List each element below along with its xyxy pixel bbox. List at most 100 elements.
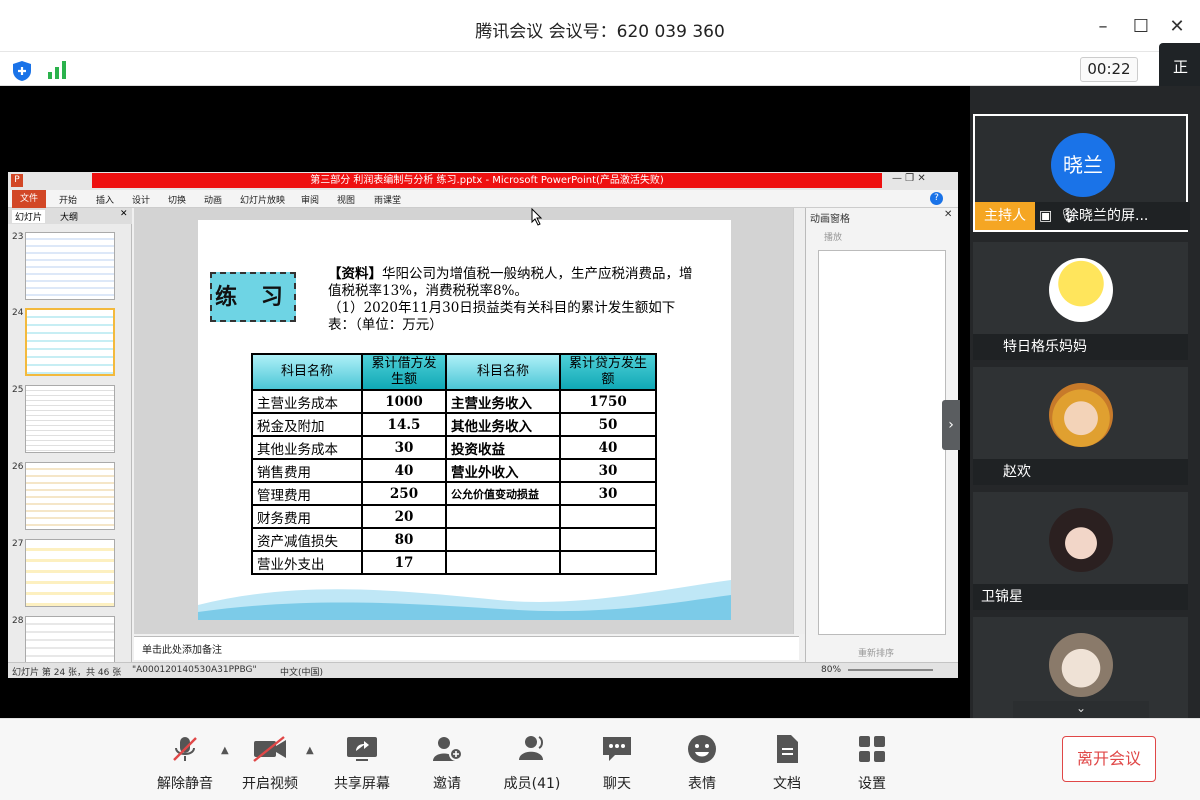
lesson-badge: 练 习 [210, 272, 296, 322]
slide-vertical-scrollbar[interactable] [793, 208, 805, 634]
table-cell: 50 [559, 412, 657, 437]
settings-button[interactable]: 设置 [832, 731, 912, 792]
table-cell: 30 [559, 458, 657, 483]
collapse-panel-icon[interactable]: › [942, 400, 960, 450]
start-video-label: 开启视频 [242, 776, 298, 792]
audio-options-chevron-icon[interactable]: ▲ [221, 745, 229, 756]
members-button[interactable]: 成员(41) [492, 731, 572, 792]
network-signal-icon[interactable] [46, 59, 68, 81]
docs-button[interactable]: 文档 [747, 731, 827, 792]
slide-edit-area: 练 习 【资料】华阳公司为增值税一般纳税人，生产应税消费品，增值税税率13%，消… [134, 208, 799, 634]
table-cell: 主营业务收入 [445, 389, 561, 414]
table-row: 主营业务成本 1000 主营业务收入 1750 [251, 389, 657, 414]
participant-panel: 晓兰 徐晓兰的屏... 主持人 ▣ 🎙 🎙 特日格乐妈妈 🎙 赵欢 卫锦星 ⌄ [970, 86, 1200, 718]
shared-powerpoint-window: P 第三部分 利润表编制与分析 练习.pptx - Microsoft Powe… [8, 172, 958, 678]
thumb-number: 28 [12, 616, 24, 626]
ppt-tab-animations[interactable]: 动画 [204, 193, 222, 206]
participant-tile[interactable]: 卫锦星 [973, 492, 1188, 610]
mouse-cursor-icon [531, 208, 543, 226]
close-icon[interactable]: ✕ [1166, 16, 1188, 38]
slide-thumbnail[interactable] [25, 232, 115, 300]
status-zoom: 80% [821, 665, 842, 675]
slide-thumbnail[interactable] [25, 616, 115, 664]
screen-share-icon: ▣ [1039, 208, 1053, 224]
chevron-down-icon[interactable]: ⌄ [1013, 701, 1149, 718]
title-bar: 腾讯会议 会议号：620 039 360 – ☐ ✕ [0, 0, 1200, 52]
side-tab[interactable]: 正在 [1159, 43, 1200, 124]
slide-thumbnail[interactable] [25, 385, 115, 453]
notes-pane[interactable]: 单击此处添加备注 [134, 636, 799, 660]
security-shield-icon[interactable] [11, 60, 33, 82]
ppt-tab-file[interactable]: 文件 [12, 190, 46, 208]
tab-slides[interactable]: 幻灯片 [12, 210, 46, 223]
tab-outline[interactable]: 大纲 [60, 210, 78, 223]
anim-pane-close-icon[interactable]: ✕ [944, 209, 952, 220]
thumb-number: 25 [12, 385, 24, 395]
zoom-slider[interactable] [848, 669, 933, 671]
table-cell: 主营业务成本 [251, 389, 363, 414]
slide-thumbnail-selected[interactable] [25, 308, 115, 376]
table-cell: 1750 [559, 389, 657, 414]
ppt-tab-design[interactable]: 设计 [132, 193, 150, 206]
participant-name: 特日格乐妈妈 [973, 334, 1188, 360]
ppt-tab-home[interactable]: 开始 [59, 193, 77, 206]
ppt-help-icon[interactable]: ? [930, 192, 943, 205]
video-off-icon [230, 731, 310, 767]
table-cell [445, 527, 561, 552]
share-screen-icon [322, 731, 402, 767]
ppt-tab-transitions[interactable]: 切换 [168, 193, 186, 206]
anim-list [818, 250, 946, 635]
table-row: 税金及附加 14.5 其他业务收入 50 [251, 412, 657, 437]
table-cell: 40 [559, 435, 657, 460]
maximize-icon[interactable]: ☐ [1130, 16, 1152, 38]
participant-name: 卫锦星 [973, 584, 1188, 610]
start-video-button[interactable]: 开启视频 [230, 731, 310, 792]
participant-name: 赵欢 [973, 459, 1188, 485]
invite-button[interactable]: 邀请 [407, 731, 487, 792]
ppt-tab-view[interactable]: 视图 [337, 193, 355, 206]
para-line-1: 华阳公司为增值税一般纳税人，生产应税消费品，增值税税率13%，消费税税率8%。 [328, 266, 693, 299]
ppt-doc-title: 第三部分 利润表编制与分析 练习.pptx - Microsoft PowerP… [92, 173, 882, 188]
slide-thumbnail[interactable] [25, 539, 115, 607]
share-screen-button[interactable]: 共享屏幕 [322, 731, 402, 792]
ppt-window-controls-icon[interactable]: — ❐ ✕ [892, 173, 926, 184]
video-options-chevron-icon[interactable]: ▲ [306, 745, 314, 756]
para-line-2: （1）2020年11月30日损益类有关科目的累计发生额如下表：（单位：万元） [328, 300, 676, 333]
participant-tile-host[interactable]: 晓兰 徐晓兰的屏... 主持人 ▣ 🎙 [973, 114, 1190, 232]
participant-tile[interactable]: 🎙 特日格乐妈妈 [973, 242, 1188, 360]
avatar [1049, 633, 1113, 697]
members-label: 成员(41) [503, 776, 561, 792]
animation-pane: 动画窗格 ✕ 播放 重新排序 [805, 208, 958, 664]
chat-icon [577, 731, 657, 767]
mic-muted-icon [145, 731, 225, 767]
docs-label: 文档 [773, 776, 801, 792]
chat-button[interactable]: 聊天 [577, 731, 657, 792]
table-cell: 30 [559, 481, 657, 506]
emoji-button[interactable]: 表情 [662, 731, 742, 792]
meeting-control-bar: 解除静音 ▲ 开启视频 ▲ 共享屏幕 邀请 成员(41) 聊天 表情 文档 设置… [0, 718, 1200, 800]
thumb-number: 27 [12, 539, 24, 549]
ppt-tab-rain-classroom[interactable]: 雨课堂 [374, 193, 401, 206]
table-cell: 14.5 [361, 412, 447, 437]
avatar [1049, 508, 1113, 572]
status-theme: "A000120140530A31PPBG" [132, 665, 257, 675]
anim-play-button[interactable]: 播放 [824, 230, 842, 243]
ppt-tab-insert[interactable]: 插入 [96, 193, 114, 206]
members-icon [492, 731, 572, 767]
participant-tile[interactable]: 🎙 赵欢 [973, 367, 1188, 485]
table-cell: 30 [361, 435, 447, 460]
table-cell: 税金及附加 [251, 412, 363, 437]
slide-thumbnail[interactable] [25, 462, 115, 530]
unmute-button[interactable]: 解除静音 [145, 731, 225, 792]
panel-close-icon[interactable]: ✕ [120, 209, 128, 219]
add-user-icon [407, 731, 487, 767]
participant-tile[interactable]: ⌄ [973, 617, 1188, 718]
leave-meeting-button[interactable]: 离开会议 [1062, 736, 1156, 782]
table-cell: 管理费用 [251, 481, 363, 506]
ppt-tab-review[interactable]: 审阅 [301, 193, 319, 206]
table-cell: 资产减值损失 [251, 527, 363, 552]
ppt-tab-slideshow[interactable]: 幻灯片放映 [240, 193, 285, 206]
minimize-icon[interactable]: – [1092, 16, 1114, 38]
slides-thumbnail-panel: 幻灯片 大纲 ✕ 23 24 25 26 27 28 [8, 208, 132, 664]
table-cell: 250 [361, 481, 447, 506]
